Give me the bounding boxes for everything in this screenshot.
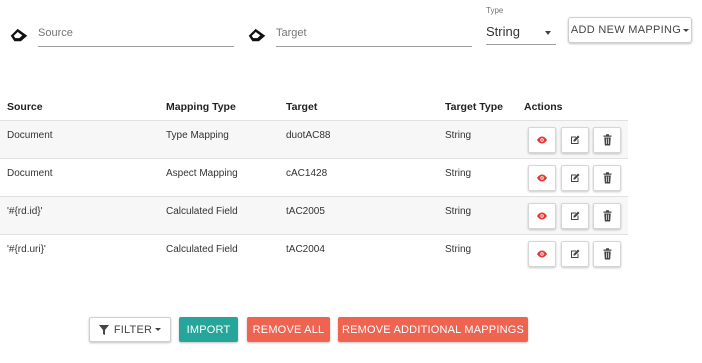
remove-all-label: REMOVE ALL: [252, 323, 325, 336]
delete-button[interactable]: [593, 127, 621, 153]
filter-label: FILTER: [113, 323, 153, 336]
header-actions: Actions: [524, 101, 563, 113]
table-row: '#{rd.uri}' Calculated Field tAC2004 String: [0, 234, 628, 272]
header-source: Source: [7, 101, 43, 113]
eye-icon: [536, 248, 548, 260]
source-underline: [38, 46, 234, 47]
cell-mapping-type: Aspect Mapping: [166, 168, 238, 179]
cell-target: cAC1428: [286, 168, 328, 179]
remove-all-button[interactable]: REMOVE ALL: [247, 317, 330, 342]
trash-icon: [602, 248, 613, 260]
table-row: Document Aspect Mapping cAC1428 String: [0, 158, 628, 196]
cell-target: duotAC88: [286, 130, 331, 141]
type-underline: [486, 44, 556, 45]
cell-target-type: String: [445, 168, 472, 179]
edit-button[interactable]: [561, 127, 589, 153]
cell-target-type: String: [445, 244, 472, 255]
trash-icon: [602, 172, 613, 184]
delete-button[interactable]: [593, 165, 621, 191]
table-row: Document Type Mapping duotAC88 String: [0, 120, 628, 158]
eye-icon: [536, 134, 548, 146]
import-button[interactable]: IMPORT: [179, 317, 238, 342]
cell-mapping-type: Calculated Field: [166, 244, 238, 255]
type-select[interactable]: Type String: [486, 6, 556, 46]
cell-mapping-type: Type Mapping: [166, 130, 229, 141]
view-button[interactable]: [528, 241, 556, 267]
cell-source: Document: [7, 168, 53, 179]
cell-target-type: String: [445, 130, 472, 141]
cell-source: '#{rd.id}': [7, 206, 43, 217]
remove-additional-label: REMOVE ADDITIONAL MAPPINGS: [341, 323, 525, 336]
cell-source: Document: [7, 130, 53, 141]
edit-button[interactable]: [561, 165, 589, 191]
edit-icon: [569, 134, 581, 146]
edit-icon: [569, 172, 581, 184]
import-label: IMPORT: [186, 323, 231, 336]
remove-additional-mappings-button[interactable]: REMOVE ADDITIONAL MAPPINGS: [338, 317, 528, 342]
trash-icon: [602, 134, 613, 146]
chevron-down-icon: [545, 31, 551, 35]
source-field[interactable]: Source: [8, 20, 234, 48]
view-button[interactable]: [528, 127, 556, 153]
delete-button[interactable]: [593, 241, 621, 267]
cell-target: tAC2004: [286, 244, 325, 255]
cell-source: '#{rd.uri}': [7, 244, 46, 255]
filter-button[interactable]: FILTER: [89, 317, 171, 342]
view-button[interactable]: [528, 203, 556, 229]
cell-target-type: String: [445, 206, 472, 217]
view-button[interactable]: [528, 165, 556, 191]
target-underline: [276, 46, 472, 47]
eye-icon: [536, 210, 548, 222]
source-placeholder: Source: [38, 27, 73, 39]
edit-icon: [569, 210, 581, 222]
caret-down-icon: [155, 328, 162, 331]
delete-button[interactable]: [593, 203, 621, 229]
header-target-type: Target Type: [445, 101, 503, 113]
header-target: Target: [286, 101, 318, 113]
eraser-icon: [10, 28, 28, 42]
add-new-mapping-button[interactable]: ADD NEW MAPPING: [568, 17, 692, 43]
type-label: Type: [486, 6, 504, 15]
caret-down-icon: [683, 28, 690, 32]
type-value: String: [486, 24, 520, 39]
eye-icon: [536, 172, 548, 184]
eraser-icon: [248, 28, 266, 42]
cell-mapping-type: Calculated Field: [166, 206, 238, 217]
target-field[interactable]: Target: [246, 20, 472, 48]
filter-icon: [98, 324, 109, 335]
table-row: '#{rd.id}' Calculated Field tAC2005 String: [0, 196, 628, 234]
cell-target: tAC2005: [286, 206, 325, 217]
edit-button[interactable]: [561, 203, 589, 229]
edit-icon: [569, 248, 581, 260]
header-mapping-type: Mapping Type: [166, 101, 236, 113]
edit-button[interactable]: [561, 241, 589, 267]
trash-icon: [602, 210, 613, 222]
target-placeholder: Target: [276, 27, 307, 39]
add-new-mapping-label: ADD NEW MAPPING: [570, 24, 682, 36]
